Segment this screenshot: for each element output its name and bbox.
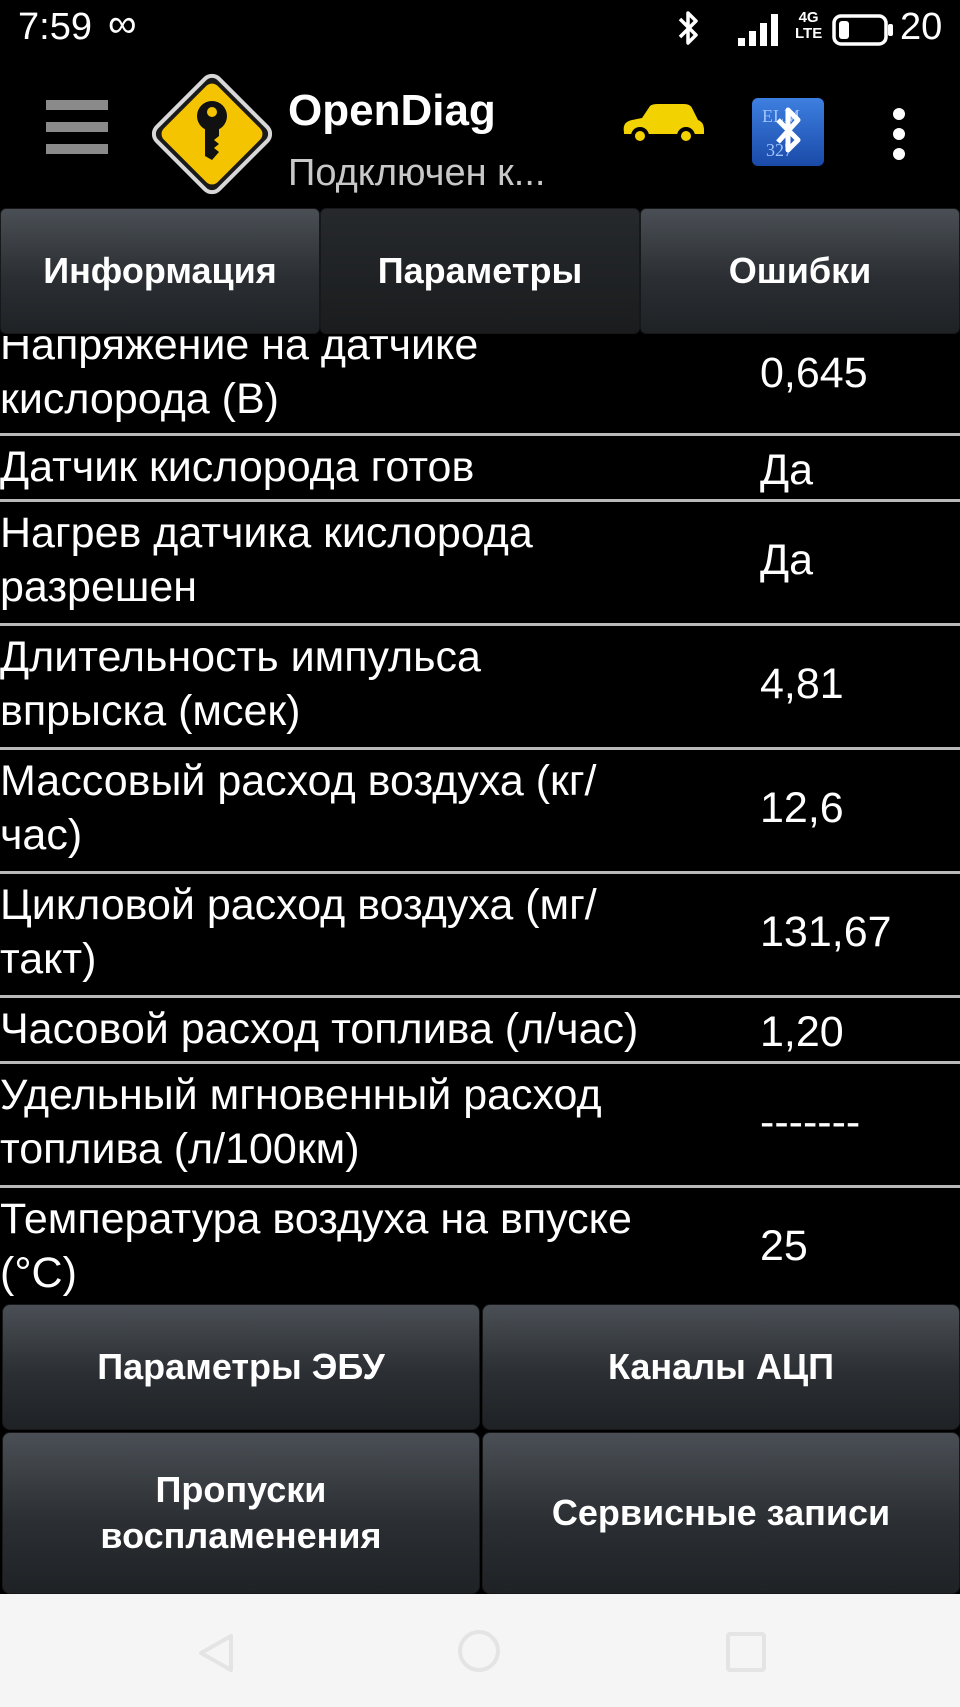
parameter-value: Да	[760, 536, 814, 584]
parameter-label: кислорода (В)	[0, 375, 279, 423]
overflow-menu-icon[interactable]	[893, 108, 907, 168]
parameter-label: Удельный мгновенный расход	[0, 1071, 602, 1119]
parameter-label: (°C)	[0, 1249, 77, 1297]
list-item[interactable]: Массовый расход воздуха (кг/ час) 12,6	[0, 750, 960, 874]
battery-percent: 20	[900, 6, 943, 48]
parameter-value: -------	[760, 1098, 861, 1146]
parameter-list[interactable]: Напряжение на датчике кислорода (В) 0,64…	[0, 336, 960, 1302]
menu-icon[interactable]	[46, 100, 108, 166]
misfire-button[interactable]: Пропуски воспламенения	[2, 1432, 480, 1594]
parameter-label: топлива (л/100км)	[0, 1125, 360, 1173]
parameter-label: разрешен	[0, 563, 198, 611]
app-bar: OpenDiag Подключен к... ELM 327	[0, 60, 960, 208]
status-bar: 7:59 ∞ 4G LTE 20	[0, 0, 960, 60]
parameter-label: час)	[0, 811, 83, 859]
list-item[interactable]: Напряжение на датчике кислорода (В) 0,64…	[0, 336, 960, 436]
parameter-label: впрыска (мсек)	[0, 687, 301, 735]
parameter-label: Массовый расход воздуха (кг/	[0, 757, 597, 805]
parameter-value: 12,6	[760, 784, 844, 832]
parameter-label: Часовой расход топлива (л/час)	[0, 1005, 639, 1053]
bluetooth-status-icon	[678, 11, 698, 45]
ecu-params-button[interactable]: Параметры ЭБУ	[2, 1304, 480, 1430]
parameter-value: 0,645	[760, 349, 868, 397]
signal-strength-icon	[738, 14, 778, 46]
status-time: 7:59	[18, 6, 92, 48]
service-records-button[interactable]: Сервисные записи	[482, 1432, 960, 1594]
parameter-label: Нагрев датчика кислорода	[0, 509, 533, 557]
battery-icon	[832, 14, 893, 46]
list-item[interactable]: Удельный мгновенный расход топлива (л/10…	[0, 1064, 960, 1188]
list-item[interactable]: Нагрев датчика кислорода разрешен Да	[0, 502, 960, 626]
parameter-value: Да	[760, 446, 814, 494]
navigation-bar	[0, 1594, 960, 1707]
network-type-icon: 4G LTE	[795, 9, 823, 42]
home-icon[interactable]	[458, 1630, 500, 1672]
parameter-label: такт)	[0, 935, 97, 983]
list-item[interactable]: Датчик кислорода готов Да	[0, 436, 960, 502]
tab-information[interactable]: Информация	[0, 208, 320, 334]
key-logo-icon	[151, 73, 273, 195]
parameter-label: Напряжение на датчике	[0, 336, 479, 369]
tab-parameters[interactable]: Параметры	[320, 208, 640, 334]
adc-channels-button[interactable]: Каналы АЦП	[482, 1304, 960, 1430]
recent-apps-icon[interactable]	[726, 1632, 766, 1672]
list-item[interactable]: Длительность импульса впрыска (мсек) 4,8…	[0, 626, 960, 750]
list-item[interactable]: Цикловой расход воздуха (мг/ такт) 131,6…	[0, 874, 960, 998]
bluetooth-elm327-icon[interactable]: ELM 327	[752, 98, 824, 166]
parameter-value: 131,67	[760, 908, 892, 956]
car-icon[interactable]	[618, 102, 706, 148]
tab-bar: Информация Параметры Ошибки	[0, 208, 960, 336]
parameter-value: 25	[760, 1222, 808, 1270]
list-item[interactable]: Температура воздуха на впуске (°C) 25	[0, 1188, 960, 1302]
back-icon[interactable]	[195, 1632, 235, 1674]
parameter-label: Цикловой расход воздуха (мг/	[0, 881, 597, 929]
parameter-label: Длительность импульса	[0, 633, 481, 681]
loop-icon: ∞	[108, 2, 137, 46]
parameter-label: Температура воздуха на впуске	[0, 1195, 632, 1243]
parameter-label: Датчик кислорода готов	[0, 443, 475, 491]
parameter-value: 1,20	[760, 1008, 844, 1056]
app-title: OpenDiag	[288, 86, 496, 135]
connection-status: Подключен к...	[288, 152, 546, 194]
tab-errors[interactable]: Ошибки	[640, 208, 960, 334]
list-item[interactable]: Часовой расход топлива (л/час) 1,20	[0, 998, 960, 1064]
parameter-value: 4,81	[760, 660, 844, 708]
